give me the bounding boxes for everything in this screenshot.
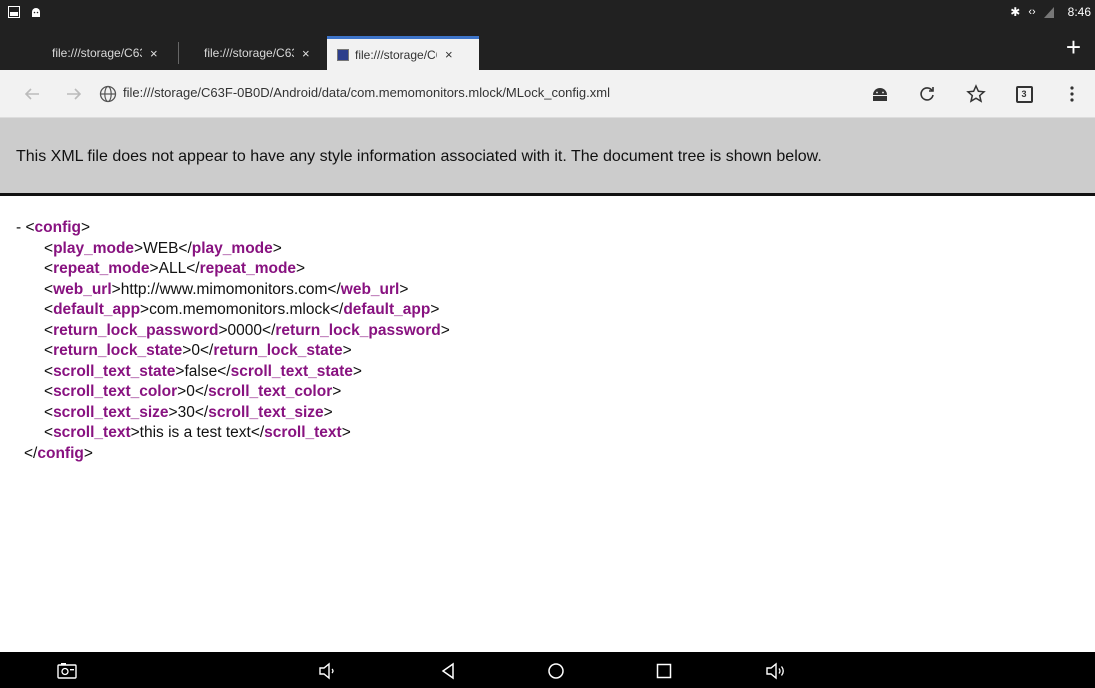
tab-divider [178,42,179,64]
tab-count: 3 [1021,89,1027,99]
xml-value: WEB [143,239,179,257]
xml-tag-name: return_lock_state [213,342,343,359]
xml-tag-name: repeat_mode [53,260,150,277]
forward-button[interactable] [62,82,86,106]
arrow-left-icon [24,88,39,100]
data-transfer-icon: ‹› [1028,6,1036,18]
status-bar: ✱ ‹› 8:46 [0,0,1095,28]
xml-value: 0000 [227,321,263,339]
xml-value: ALL [158,260,187,277]
tab-strip: file:///storage/C63F-0B0D × file:///stor… [0,28,1095,70]
bookmark-button[interactable] [964,82,988,106]
xml-tag-name: default_app [53,301,141,318]
back-button[interactable] [20,82,44,106]
globe-icon [99,85,117,103]
banner-text: This XML file does not appear to have an… [16,148,822,165]
xml-tag-name: scroll_text [264,424,342,441]
close-icon[interactable]: × [150,46,158,61]
xml-tag-name: return_lock_password [275,321,441,339]
xml-value: false [184,362,218,380]
star-icon [966,84,986,103]
xml-element-line: <web_url>http://www.mimomonitors.com</we… [44,280,409,298]
collapse-toggle[interactable]: - [16,219,21,236]
xml-tag-name: repeat_mode [199,260,297,277]
xml-value: 0 [191,342,200,359]
xml-element-line: <return_lock_state>0</return_lock_state> [44,342,352,359]
tab-1[interactable]: file:///storage/C63F-0B0D × [52,36,158,70]
site-info-button[interactable] [96,82,120,106]
tab-switcher-button[interactable]: 3 [1012,82,1036,106]
xml-root-close: </config> [24,444,93,462]
tab-label: file:///storage/C63F-0B0D [52,46,142,60]
bluetooth-icon: ✱ [1010,5,1021,19]
tab-3-active[interactable]: file:///storage/C63F-0B0D × [327,36,479,70]
xml-element-line: <play_mode>WEB</play_mode> [44,239,282,257]
close-icon[interactable]: × [302,46,310,61]
xml-tag-name: return_lock_password [53,321,219,339]
browser-toolbar: file:///storage/C63F-0B0D/Android/data/c… [0,70,1095,118]
tab-favicon-icon [337,48,349,61]
xml-element-line: <scroll_text_state>false</scroll_text_st… [44,362,362,380]
back-nav-icon[interactable] [437,660,459,682]
xml-element-line: <scroll_text_size>30</scroll_text_size> [44,403,333,421]
xml-tag-name: config [37,444,84,462]
xml-tag-name: default_app [343,301,431,318]
recent-apps-icon[interactable] [653,660,675,682]
menu-button[interactable] [1060,82,1084,106]
xml-tag-name: scroll_text_color [208,383,333,400]
volume-up-icon[interactable] [764,660,786,682]
tab-label: file:///storage/C63F-0B0D [355,47,437,62]
android-app-button[interactable] [868,82,892,106]
android-icon [873,88,887,101]
gallery-notification-icon [8,6,20,18]
xml-root-open: - <config> [16,219,91,236]
xml-tag-name: scroll_text_color [53,383,178,400]
tab-label: file:///storage/C63F-0B0D [204,46,294,60]
xml-element-line: <return_lock_password>0000</return_lock_… [44,321,450,339]
xml-value: com.memomonitors.mlock [149,301,330,318]
xml-children: <play_mode>WEB</play_mode> <repeat_mode>A… [16,239,450,444]
android-debug-icon [32,8,40,17]
xml-tag-name: scroll_text_size [53,403,169,421]
xml-tag-name: web_url [340,280,400,298]
xml-tag-name: play_mode [53,239,135,257]
xml-element-line: <scroll_text_color>0</scroll_text_color> [44,383,342,400]
new-tab-button[interactable]: + [1066,32,1081,62]
reload-icon [920,87,934,101]
xml-value: 30 [177,403,195,421]
xml-tag-name: play_mode [191,239,273,257]
xml-tag-name: config [34,219,82,236]
status-time: 8:46 [1067,5,1091,19]
screenshot-icon[interactable] [56,660,78,682]
xml-tag-name: scroll_text_state [230,362,353,380]
close-icon[interactable]: × [445,47,453,62]
xml-tag-name: return_lock_state [53,342,183,359]
arrow-right-icon [67,88,82,100]
more-vert-icon [1070,86,1074,102]
xml-tag-name: web_url [53,280,112,298]
xml-value: http://www.mimomonitors.com [120,280,328,298]
volume-down-icon[interactable] [316,660,338,682]
xml-element-line: <scroll_text>this is a test text</scroll… [44,424,351,441]
xml-element-line: <repeat_mode>ALL</repeat_mode> [44,260,306,277]
xml-value: 0 [186,383,195,400]
xml-tag-name: scroll_text_size [208,403,324,421]
navigation-bar [0,652,1095,688]
reload-button[interactable] [915,82,939,106]
xml-tag-name: scroll_text_state [53,362,176,380]
xml-element-line: <default_app>com.memomonitors.mlock</def… [44,301,440,318]
xml-value: this is a test text [139,424,251,441]
xml-tag-name: scroll_text [53,424,131,441]
xml-style-info-banner: This XML file does not appear to have an… [0,118,1095,196]
home-icon[interactable] [545,660,567,682]
tab-2[interactable]: file:///storage/C63F-0B0D × [204,36,310,70]
xml-document-tree: - <config> <play_mode>WEB</play_mode> <re… [16,218,450,464]
no-signal-icon [1043,6,1054,18]
url-bar[interactable]: file:///storage/C63F-0B0D/Android/data/c… [123,85,610,100]
